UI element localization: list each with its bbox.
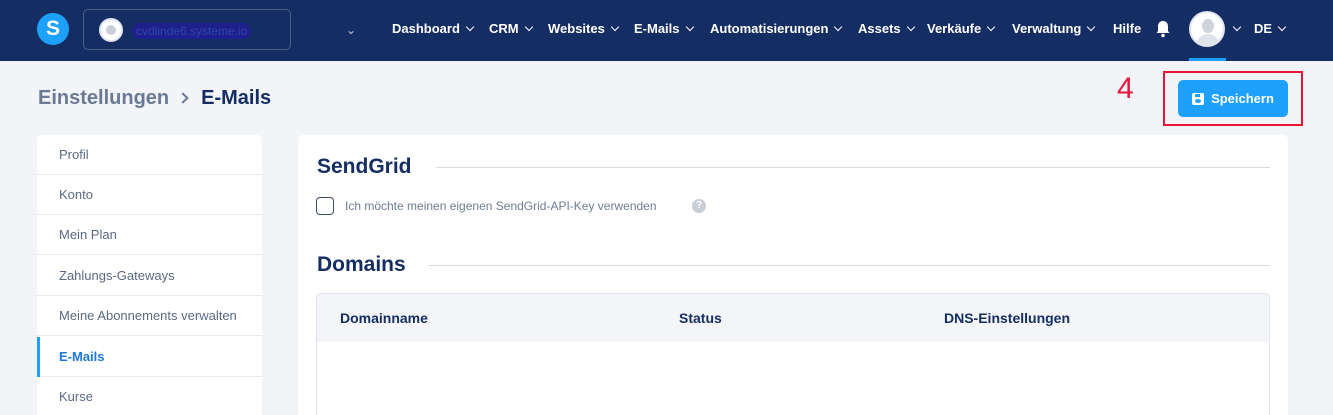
chevron-down-icon bbox=[1087, 22, 1096, 32]
chevron-down-icon[interactable] bbox=[1277, 22, 1287, 32]
workspace-selector[interactable]: cvdlinde6.systeme.io ⌄ bbox=[83, 9, 356, 50]
chevron-down-icon bbox=[465, 22, 475, 32]
sidebar-item-konto[interactable]: Konto bbox=[37, 175, 262, 215]
column-header-dns-einstellungen: DNS-Einstellungen bbox=[944, 310, 1071, 326]
chevron-down-icon bbox=[685, 22, 694, 32]
breadcrumb: Einstellungen E-Mails bbox=[38, 87, 271, 110]
sidebar-item-abonnements[interactable]: Meine Abonnements verwalten bbox=[37, 296, 262, 336]
sendgrid-checkbox-label[interactable]: Ich möchte meinen eigenen SendGrid-API-K… bbox=[345, 199, 657, 213]
domains-table: Domainname Status DNS-Einstellungen bbox=[316, 293, 1270, 415]
systeme-logo[interactable]: S bbox=[37, 13, 69, 45]
nav-dashboard[interactable]: Dashboard bbox=[392, 21, 475, 37]
nav-automatisierungen[interactable]: Automatisierungen bbox=[710, 21, 843, 37]
sidebar-item-zahlungs-gateways[interactable]: Zahlungs-Gateways bbox=[37, 256, 262, 296]
column-header-status: Status bbox=[679, 310, 722, 326]
section-divider bbox=[428, 265, 1270, 266]
workspace-avatar bbox=[99, 18, 123, 42]
chevron-down-icon bbox=[524, 22, 533, 32]
chevron-down-icon: ⌄ bbox=[346, 23, 357, 37]
chevron-down-icon bbox=[610, 22, 620, 32]
sidebar-item-emails[interactable]: E-Mails bbox=[37, 337, 262, 377]
chevron-down-icon bbox=[834, 22, 843, 32]
breadcrumb-parent[interactable]: Einstellungen bbox=[38, 87, 169, 109]
nav-crm[interactable]: CRM bbox=[489, 21, 533, 37]
floppy-disk-icon bbox=[1192, 92, 1205, 105]
nav-verwaltung[interactable]: Verwaltung bbox=[1012, 21, 1096, 37]
bell-icon[interactable] bbox=[1155, 20, 1171, 38]
page-title: E-Mails bbox=[201, 87, 272, 109]
save-button-label: Speichern bbox=[1211, 91, 1274, 106]
table-header: Domainname Status DNS-Einstellungen bbox=[317, 294, 1269, 342]
nav-websites[interactable]: Websites bbox=[548, 21, 620, 37]
workspace-name: cvdlinde6.systeme.io bbox=[132, 23, 252, 39]
nav-emails[interactable]: E-Mails bbox=[634, 21, 694, 37]
sendgrid-section-title: SendGrid bbox=[317, 155, 412, 178]
chevron-down-icon bbox=[986, 22, 996, 32]
column-header-domainname: Domainname bbox=[340, 310, 428, 326]
sidebar-item-kurse[interactable]: Kurse bbox=[37, 377, 262, 415]
sidebar-item-mein-plan[interactable]: Mein Plan bbox=[37, 215, 262, 255]
sidebar-item-profil[interactable]: Profil bbox=[37, 135, 262, 175]
avatar-active-indicator bbox=[1189, 58, 1226, 61]
domains-section-title: Domains bbox=[317, 253, 406, 276]
step-number-annotation: 4 bbox=[1117, 72, 1134, 105]
chevron-right-icon bbox=[177, 92, 189, 104]
nav-hilfe[interactable]: Hilfe bbox=[1113, 21, 1141, 37]
chevron-down-icon bbox=[906, 22, 915, 32]
section-divider bbox=[436, 167, 1270, 168]
chevron-down-icon[interactable] bbox=[1232, 22, 1242, 32]
nav-verkaeufe[interactable]: Verkäufe bbox=[927, 21, 996, 37]
question-mark-icon[interactable]: ? bbox=[692, 199, 706, 213]
language-selector[interactable]: DE bbox=[1254, 21, 1272, 36]
top-navigation-bar: S cvdlinde6.systeme.io ⌄ Dashboard CRM W… bbox=[0, 0, 1333, 61]
settings-sidebar: Profil Konto Mein Plan Zahlungs-Gateways… bbox=[37, 135, 262, 415]
save-button[interactable]: Speichern bbox=[1178, 80, 1288, 117]
nav-assets[interactable]: Assets bbox=[858, 21, 915, 37]
sendgrid-api-key-checkbox[interactable] bbox=[316, 197, 334, 215]
user-avatar[interactable] bbox=[1189, 11, 1225, 47]
